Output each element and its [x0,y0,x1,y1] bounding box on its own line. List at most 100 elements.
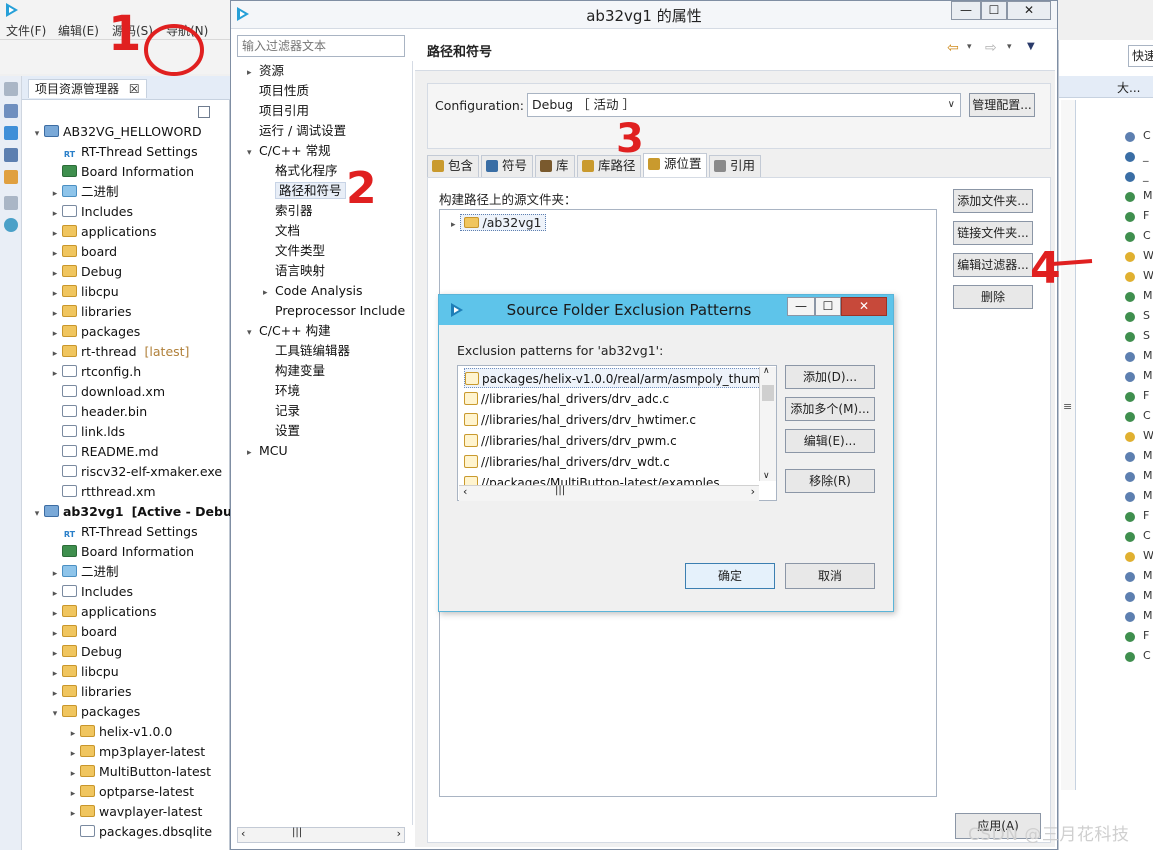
tree-item[interactable]: ▸ applications [50,222,157,242]
tree-item[interactable]: download.xm [50,382,165,402]
minimize-button[interactable]: — [951,1,981,20]
tree-expand-icon[interactable]: ▸ [50,584,60,604]
outline-item[interactable]: F [1143,389,1149,402]
tree-expand-icon[interactable]: ▸ [50,204,60,224]
exclusion-pattern-item[interactable]: //libraries/hal_drivers/drv_wdt.c [464,452,670,472]
nav-item[interactable]: 项目性质 [247,81,309,101]
tree-item[interactable]: ▸ libcpu [50,662,119,682]
configuration-select[interactable]: Debug ［ 活动 ］ ∨ [527,93,961,117]
tree-expand-icon[interactable]: ▸ [68,804,78,824]
exclusion-minimize-button[interactable]: — [787,297,815,316]
source-button-1[interactable]: 链接文件夹... [953,221,1033,245]
tree-item[interactable]: ▸ wavplayer-latest [68,802,203,824]
outline-item[interactable]: W [1143,269,1153,282]
outline-item[interactable]: M [1143,189,1153,202]
outline-item[interactable]: S [1143,309,1150,322]
nav-item[interactable]: 记录 [263,401,300,421]
tree-expand-icon[interactable]: ▸ [50,684,60,704]
tree-item[interactable]: ▸ Debug [50,262,122,282]
tree-item[interactable]: ▸ 二进制 [50,182,119,202]
outline-scrollbar[interactable]: ≡ [1061,100,1076,790]
nav-expand-icon[interactable]: ▸ [247,63,259,83]
outline-item[interactable]: _ [1143,169,1149,182]
tree-expand-icon[interactable]: ▾ [32,504,42,524]
exclusion-pattern-item[interactable]: //libraries/hal_drivers/drv_pwm.c [464,431,677,451]
nav-item[interactable]: 索引器 [263,201,313,221]
tree-expand-icon[interactable]: ▸ [50,624,60,644]
pattern-vertical-scrollbar[interactable]: ∧ ∨ [759,366,776,481]
view-icon[interactable] [4,104,18,118]
tree-item[interactable]: ▸ packages [50,322,141,344]
tree-expand-icon[interactable]: ▾ [32,124,42,144]
outline-item[interactable]: W [1143,429,1153,442]
nav-item[interactable]: 语言映射 [263,261,325,281]
tree-expand-icon[interactable]: ▸ [50,324,60,344]
outline-item[interactable]: M [1143,349,1153,362]
tree-item[interactable]: ▸ rt-thread [latest] [50,342,190,364]
nav-expand-icon[interactable]: ▾ [247,323,259,343]
forward-menu-icon[interactable]: ▾ [1007,42,1012,52]
outline-item[interactable]: M [1143,609,1153,622]
outline-icon[interactable] [4,148,18,162]
forward-icon[interactable]: ⇨ [985,40,997,56]
exclusion-pattern-item[interactable]: packages/helix-v1.0.0/real/arm/asmpoly_t… [464,368,776,388]
outline-item[interactable]: F [1143,509,1149,522]
outline-item[interactable]: C [1143,649,1151,662]
nav-item[interactable]: 文档 [263,221,300,241]
restore-icon[interactable] [4,196,18,210]
tree-item[interactable]: ▸ Includes [50,202,133,222]
outline-item[interactable]: W [1143,549,1153,562]
nav-item[interactable]: 设置 [263,421,300,441]
exclusion-close-button[interactable]: ✕ [841,297,887,316]
rt-thread-icon[interactable] [4,218,18,232]
tree-item[interactable]: ▸ libraries [50,682,132,702]
outline-item[interactable]: M [1143,369,1153,382]
exclusion-pattern-list[interactable]: packages/helix-v1.0.0/real/arm/asmpoly_t… [457,365,777,501]
outline-item[interactable]: C [1143,409,1151,422]
nav-item[interactable]: ▸ 资源 [247,61,284,81]
tab-0[interactable]: 包含 [427,155,479,177]
exclusion-button-0[interactable]: 添加(D)... [785,365,875,389]
tree-expand-icon[interactable]: ▸ [68,724,78,744]
filter-input[interactable] [237,35,405,57]
nav-item[interactable]: 工具链编辑器 [263,341,350,361]
tree-expand-icon[interactable]: ▸ [68,744,78,764]
tree-expand-icon[interactable]: ▸ [68,764,78,784]
nav-horizontal-scrollbar[interactable]: ‹ ||| › [237,827,405,843]
outline-item[interactable]: _ [1143,149,1149,162]
tree-item[interactable]: README.md [50,442,159,462]
tree-item[interactable]: riscv32-elf-xmaker.exe [50,462,222,482]
exclusion-pattern-item[interactable]: //libraries/hal_drivers/drv_adc.c [464,389,669,409]
ok-button[interactable]: 确定 [685,563,775,589]
outline-item[interactable]: M [1143,589,1153,602]
nav-item[interactable]: ▾ C/C++ 构建 [247,321,331,341]
tree-expand-icon[interactable]: ▸ [50,184,60,204]
collapse-all-icon[interactable] [198,106,210,118]
console-icon[interactable] [4,126,18,140]
cancel-button[interactable]: 取消 [785,563,875,589]
tree-item[interactable]: ▾ ab32vg1 [Active - Debu [32,502,232,522]
exclusion-pattern-item[interactable]: //libraries/hal_drivers/drv_hwtimer.c [464,410,696,430]
tree-expand-icon[interactable]: ▸ [50,344,60,364]
outline-item[interactable]: F [1143,209,1149,222]
back-menu-icon[interactable]: ▾ [967,42,972,52]
tree-item[interactable]: ▸ optparse-latest [68,782,194,802]
menu-edit[interactable]: 编辑(E) [58,22,99,39]
outline-item[interactable]: M [1143,569,1153,582]
outline-item[interactable]: W [1143,249,1153,262]
nav-expand-icon[interactable]: ▾ [247,143,259,163]
back-icon[interactable]: ⇦ [947,40,959,56]
explorer-tab[interactable]: 项目资源管理器 ☒ [28,79,147,98]
nav-item[interactable]: ▸ MCU [247,441,288,461]
tree-item[interactable]: ▸ applications [50,602,157,622]
outline-item[interactable]: F [1143,629,1149,642]
tree-expand-icon[interactable]: ▸ [68,784,78,804]
tree-item[interactable]: ▸ rtconfig.h [50,362,141,382]
view-menu-icon[interactable]: ▼ [1027,41,1035,52]
tree-expand-icon[interactable]: ▸ [50,664,60,684]
source-button-2[interactable]: 编辑过滤器... [953,253,1033,277]
tree-item[interactable]: Board Information [50,542,194,562]
tree-item[interactable]: ▸ libcpu [50,282,119,302]
tree-expand-icon[interactable]: ▸ [50,564,60,584]
outline-item[interactable]: C [1143,529,1151,542]
